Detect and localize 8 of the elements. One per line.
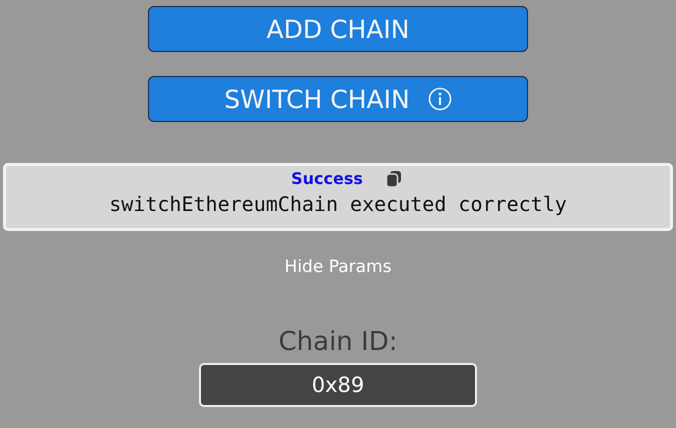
chain-id-field[interactable]: 0x89 — [199, 363, 477, 407]
chain-id-label: Chain ID: — [278, 327, 398, 357]
status-text: Success — [291, 169, 363, 188]
chain-button[interactable]: SWITCH CHAIN — [148, 76, 528, 122]
result-message: switchEthereumChain executed correctly — [109, 192, 567, 216]
chain-button[interactable]: ADD CHAIN — [148, 6, 528, 52]
copy-icon[interactable] — [384, 170, 403, 188]
hide-params-link[interactable]: Hide Params — [284, 257, 392, 277]
